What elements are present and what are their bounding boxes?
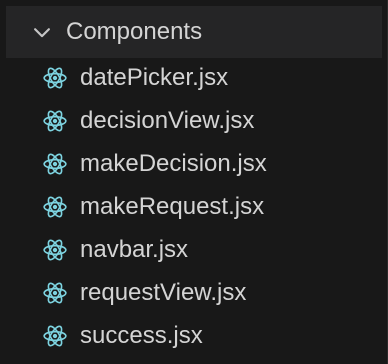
react-icon [42,323,68,349]
file-explorer-tree: Components datePicker.jsx decisionView.j… [0,0,388,364]
file-label: decisionView.jsx [80,106,255,134]
file-list: datePicker.jsx decisionView.jsx makeDeci… [0,56,388,357]
react-icon [42,280,68,306]
react-icon [42,65,68,91]
file-item-navbar[interactable]: navbar.jsx [0,228,388,271]
react-icon [42,108,68,134]
file-label: datePicker.jsx [80,63,229,91]
file-label: navbar.jsx [80,235,189,263]
file-item-requestview[interactable]: requestView.jsx [0,271,388,314]
folder-components[interactable]: Components [6,6,382,58]
file-item-makerequest[interactable]: makeRequest.jsx [0,185,388,228]
file-label: makeRequest.jsx [80,192,265,220]
file-item-datepicker[interactable]: datePicker.jsx [0,56,388,99]
file-item-decisionview[interactable]: decisionView.jsx [0,99,388,142]
file-label: makeDecision.jsx [80,149,267,177]
file-label: success.jsx [80,321,203,349]
folder-label: Components [66,18,203,45]
react-icon [42,194,68,220]
file-item-success[interactable]: success.jsx [0,314,388,357]
react-icon [42,237,68,263]
file-item-makedecision[interactable]: makeDecision.jsx [0,142,388,185]
file-label: requestView.jsx [80,278,247,306]
react-icon [42,151,68,177]
chevron-down-icon[interactable] [24,6,60,58]
